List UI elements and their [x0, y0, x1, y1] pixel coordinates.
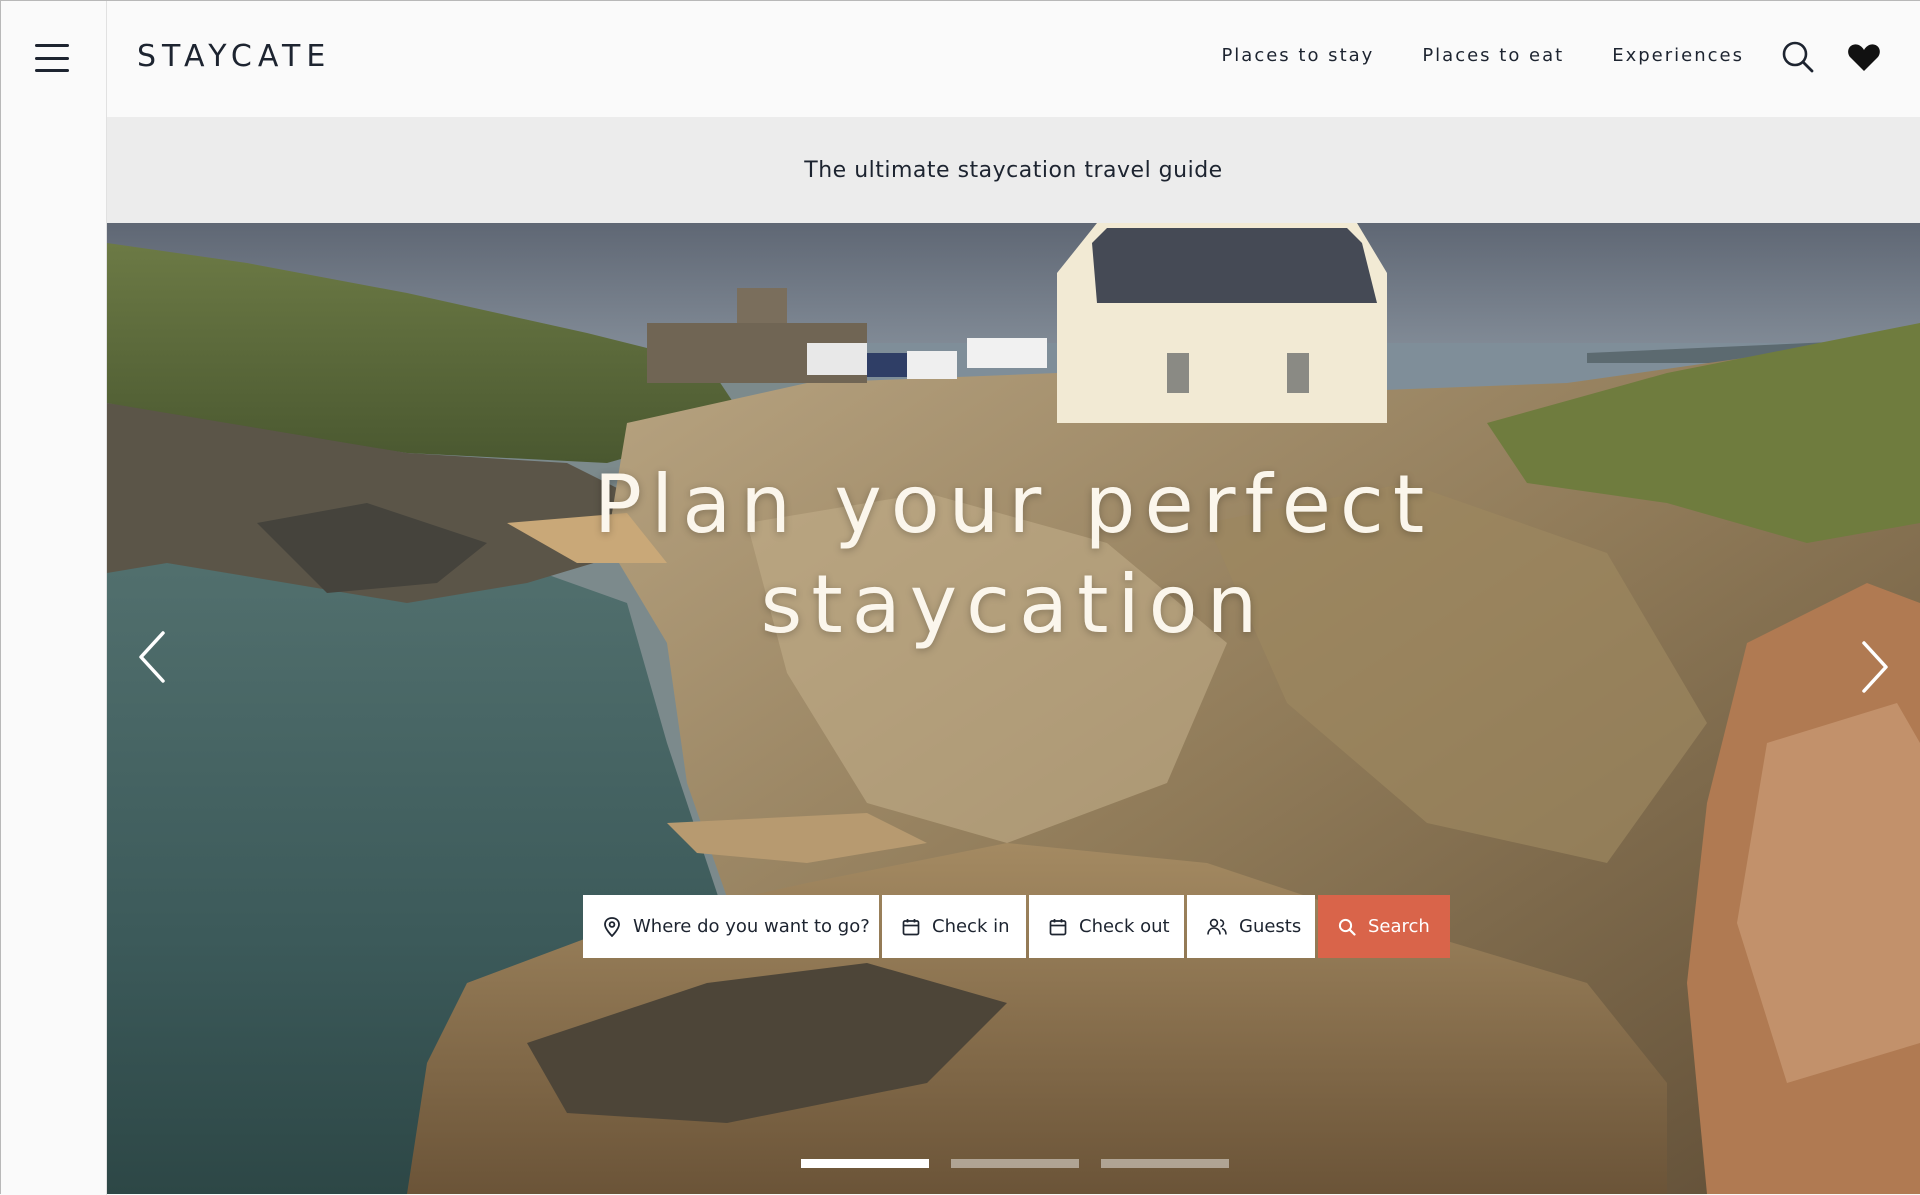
hero-carousel: Plan your perfect staycation Where do yo…	[107, 223, 1920, 1194]
hamburger-line	[35, 44, 69, 47]
calendar-icon	[1049, 918, 1067, 935]
check-out-field[interactable]: Check out	[1029, 895, 1184, 958]
carousel-indicators	[801, 1159, 1229, 1168]
calendar-icon	[902, 918, 920, 935]
search-button[interactable]: Search	[1318, 895, 1450, 958]
site-logo[interactable]: STAYCATE	[137, 39, 331, 74]
main-nav: Places to stay Places to eat Experiences	[1221, 45, 1744, 66]
guests-field[interactable]: Guests	[1187, 895, 1315, 958]
destination-label: Where do you want to go?	[633, 916, 870, 937]
carousel-dot[interactable]	[801, 1159, 929, 1168]
chevron-left-icon[interactable]	[133, 627, 173, 687]
hero-image	[107, 223, 1920, 1194]
nav-item-places-to-eat[interactable]: Places to eat	[1422, 45, 1564, 66]
hero-title-line-2: staycation	[760, 558, 1267, 651]
guests-label: Guests	[1239, 916, 1302, 937]
heart-icon[interactable]	[1846, 39, 1882, 75]
site-header: STAYCATE Places to stay Places to eat Ex…	[107, 1, 1920, 117]
carousel-dot[interactable]	[1101, 1159, 1229, 1168]
left-rail	[1, 1, 107, 1195]
users-icon	[1207, 918, 1227, 935]
check-out-label: Check out	[1079, 916, 1170, 937]
tagline-strip: The ultimate staycation travel guide	[107, 117, 1920, 223]
location-pin-icon	[604, 916, 620, 937]
chevron-right-icon[interactable]	[1854, 637, 1894, 697]
tagline-text: The ultimate staycation travel guide	[804, 157, 1223, 183]
page-frame: STAYCATE Places to stay Places to eat Ex…	[0, 0, 1920, 1195]
nav-item-places-to-stay[interactable]: Places to stay	[1221, 45, 1374, 66]
hero-title-line-1: Plan your perfect	[593, 458, 1434, 551]
search-button-label: Search	[1368, 916, 1430, 937]
carousel-dot[interactable]	[951, 1159, 1079, 1168]
search-icon[interactable]	[1780, 39, 1816, 75]
hamburger-line	[35, 56, 69, 60]
booking-search-bar: Where do you want to go? Check in Check …	[583, 895, 1450, 958]
hero-title: Plan your perfect staycation	[107, 455, 1920, 655]
search-icon	[1338, 918, 1356, 936]
hamburger-menu-icon[interactable]	[35, 44, 69, 72]
nav-item-experiences[interactable]: Experiences	[1612, 45, 1744, 66]
check-in-label: Check in	[932, 916, 1010, 937]
check-in-field[interactable]: Check in	[882, 895, 1026, 958]
destination-field[interactable]: Where do you want to go?	[583, 895, 879, 958]
hamburger-line	[35, 69, 69, 72]
